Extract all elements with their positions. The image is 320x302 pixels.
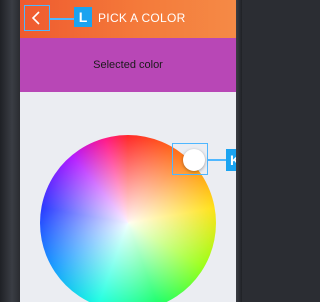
back-button[interactable] [24, 5, 50, 31]
app-bar: L PICK A COLOR [20, 0, 236, 38]
app-screen: L PICK A COLOR Selected color K [20, 0, 236, 302]
selected-color-preview: Selected color [20, 38, 236, 92]
callout-connector-l [50, 18, 74, 20]
device-frame-left [0, 0, 20, 302]
color-wheel-handle[interactable] [183, 149, 205, 171]
selected-color-label: Selected color [93, 59, 163, 71]
callout-badge-k: K [226, 149, 236, 171]
callout-connector-k [208, 159, 226, 161]
device-frame-right [236, 0, 242, 302]
callout-badge-l: L [74, 7, 92, 27]
page-title: PICK A COLOR [98, 11, 186, 25]
chevron-left-icon [31, 11, 40, 25]
